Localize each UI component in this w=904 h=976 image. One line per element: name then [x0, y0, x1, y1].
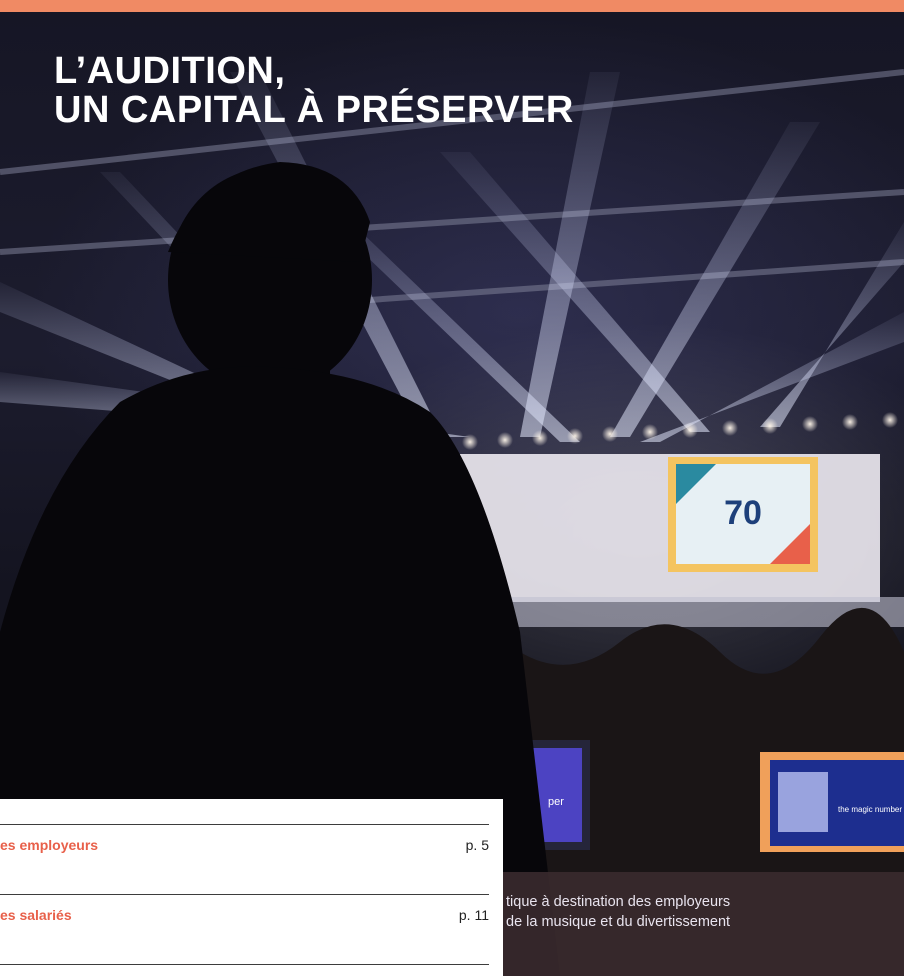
table-of-contents: es employeurs p. 5 es salariés p. 11	[0, 799, 503, 976]
toc-entry[interactable]: es employeurs p. 5	[0, 837, 489, 857]
toc-divider	[0, 824, 489, 825]
toc-entry-label: es salariés	[0, 907, 72, 923]
tagline-line-2: de la musique et du divertissement	[506, 914, 731, 930]
stage-logo-number: 70	[724, 494, 762, 532]
toc-entry-page: p. 5	[465, 837, 489, 853]
svg-text:per: per	[548, 796, 564, 808]
svg-text:the magic number: the magic number	[838, 805, 902, 814]
tagline-line-1: tique à destination des employeurs	[506, 894, 731, 910]
title-line-2: UN CAPITAL À PRÉSERVER	[54, 89, 574, 131]
top-accent-band	[0, 0, 904, 12]
cover-title: L’AUDITION, UN CAPITAL À PRÉSERVER	[54, 52, 574, 130]
toc-entry-label: es employeurs	[0, 837, 99, 853]
toc-divider	[0, 964, 489, 965]
toc-entry-page: p. 11	[458, 907, 489, 923]
title-line-1: L’AUDITION,	[54, 50, 286, 92]
toc-divider	[0, 894, 489, 895]
cover-tagline: tique à destination des employeurs de la…	[506, 892, 904, 932]
toc-entry[interactable]: es salariés p. 11	[0, 907, 489, 927]
